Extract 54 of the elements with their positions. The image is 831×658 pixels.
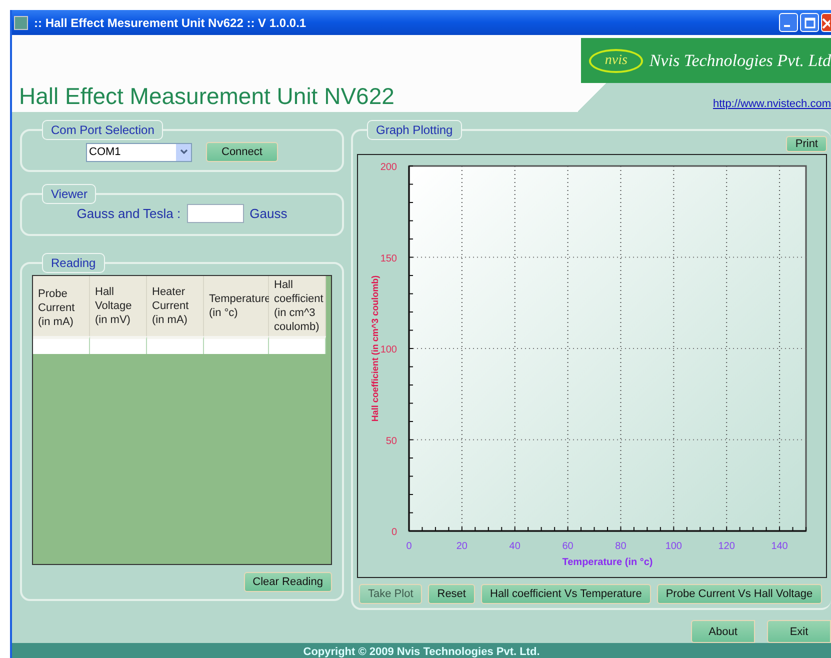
y-tick-label: 200: [380, 162, 397, 173]
fish-logo-icon: nvis: [589, 48, 644, 72]
table-cell[interactable]: [90, 336, 147, 354]
x-tick-label: 80: [615, 541, 626, 552]
group-title: Com Port Selection: [42, 120, 164, 140]
group-title: Graph Plotting: [367, 120, 462, 140]
gauss-field[interactable]: [186, 204, 244, 223]
window-title: :: Hall Effect Mesurement Unit Nv622 :: V 1.0.0.1: [34, 16, 308, 30]
y-tick-label: 50: [386, 436, 397, 447]
x-tick-label: 120: [718, 541, 735, 552]
group-title: Reading: [42, 253, 105, 273]
field-label: Gauss and Tesla :: [76, 206, 181, 221]
connect-button[interactable]: Connect: [206, 142, 278, 162]
plot-button[interactable]: Probe Current Vs Hall Voltage: [656, 584, 822, 604]
x-tick-label: 0: [406, 541, 412, 552]
group-title: Viewer: [42, 184, 96, 204]
minimize-icon: [784, 24, 790, 26]
column-header: Heater Current (in mA): [147, 276, 204, 336]
table-cell[interactable]: [33, 336, 90, 354]
table-cell[interactable]: [204, 336, 269, 354]
maximize-button[interactable]: [800, 13, 819, 32]
x-axis-title: Temperature (in °c): [562, 557, 653, 568]
footer-button[interactable]: Exit: [767, 620, 831, 643]
website-link[interactable]: http://www.nvistech.com: [713, 98, 831, 110]
print-button[interactable]: Print: [786, 136, 827, 152]
column-header: Hall coefficient (in cm^3 coulomb): [269, 276, 326, 336]
y-tick-label: 0: [391, 527, 397, 538]
company-logo: nvis Nvis Technologies Pvt. Ltd: [581, 38, 831, 83]
x-tick-label: 100: [665, 541, 682, 552]
y-axis-title: Hall coefficient (in cm^3 coulomb): [370, 275, 380, 422]
close-button[interactable]: [821, 13, 831, 32]
x-tick-label: 20: [456, 541, 468, 552]
app-title: Hall Effect Measurement Unit NV622: [18, 83, 394, 110]
plot-button[interactable]: Hall coefficient Vs Temperature: [481, 584, 651, 604]
table-cell[interactable]: [269, 336, 326, 354]
column-header: Temperature (in °c): [204, 276, 269, 336]
y-tick-label: 150: [380, 253, 397, 264]
x-tick-label: 140: [771, 541, 788, 552]
table-cell[interactable]: [147, 336, 204, 354]
y-tick-label: 100: [380, 344, 397, 356]
clear-reading-button[interactable]: Clear Reading: [244, 572, 332, 592]
column-header: Probe Current (in mA): [33, 276, 90, 336]
close-icon: [822, 16, 830, 28]
copyright-text: Copyright © 2009 Nvis Technologies Pvt. Ltd.: [303, 646, 540, 658]
footer-button[interactable]: About: [691, 620, 755, 643]
column-header: Hall Voltage (in mV): [90, 276, 147, 336]
maximize-icon: [804, 16, 816, 28]
plot-button[interactable]: Reset: [428, 584, 475, 604]
x-tick-label: 40: [509, 541, 520, 552]
minimize-button[interactable]: [779, 13, 798, 32]
x-tick-label: 60: [562, 541, 574, 552]
unit-label: Gauss: [250, 206, 288, 221]
com-port-dropdown[interactable]: COM1: [86, 142, 192, 162]
app-icon: [14, 16, 28, 30]
